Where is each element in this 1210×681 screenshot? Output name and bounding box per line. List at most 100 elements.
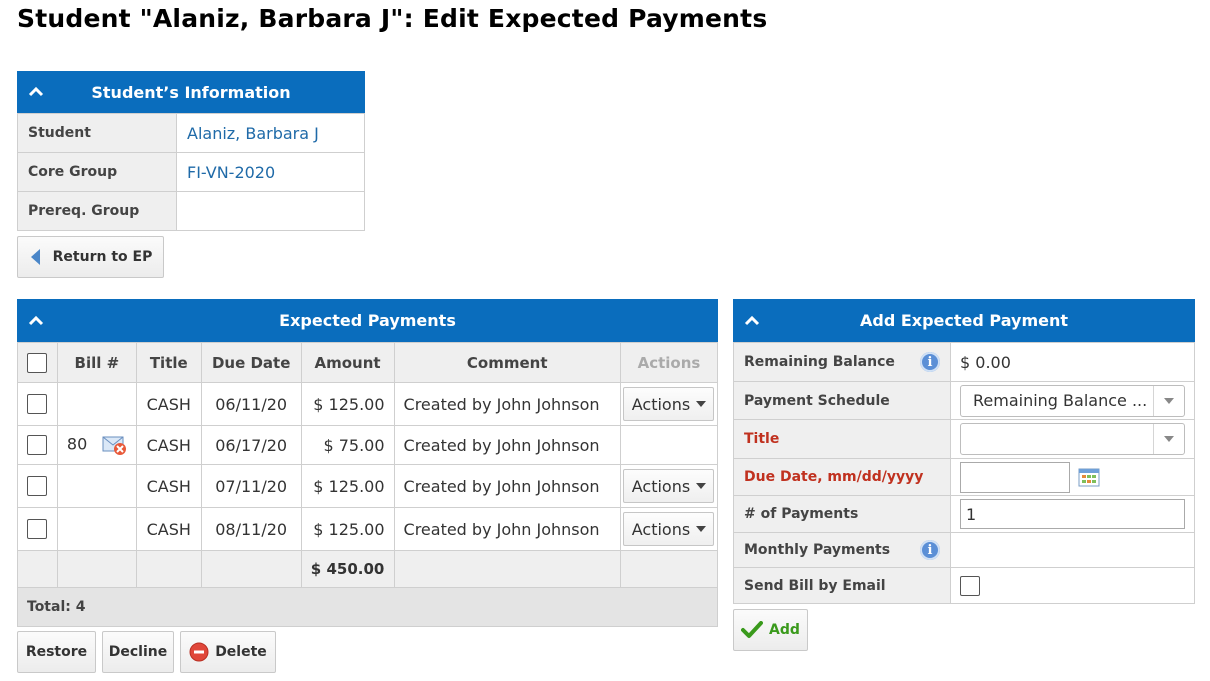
add-payment-form: Remaining Balance i $ 0.00 Payment Sched… <box>733 342 1195 604</box>
table-row: 80 CASH 06/17/20 $ 75.00 Created by John… <box>17 425 719 465</box>
comment-cell: Created by John Johnson <box>393 507 621 551</box>
payment-schedule-select[interactable]: Remaining Balance ... <box>960 384 1185 417</box>
core-group-link[interactable]: FI-VN-2020 <box>187 163 275 182</box>
email-cancel-icon[interactable] <box>102 434 128 456</box>
actions-label: Actions <box>631 394 691 414</box>
title-cell: CASH <box>135 382 202 426</box>
student-info-header[interactable]: Student’s Information <box>17 71 365 113</box>
expected-payments-header[interactable]: Expected Payments <box>17 299 718 342</box>
total-count-row: Total: 4 <box>17 587 718 627</box>
actions-cell <box>619 425 719 465</box>
chevron-down-icon <box>1164 397 1174 404</box>
student-link[interactable]: Alaniz, Barbara J <box>187 124 319 143</box>
remaining-balance-label: Remaining Balance <box>744 354 895 370</box>
table-row: CASH 06/11/20 $ 125.00 Created by John J… <box>17 382 719 426</box>
row-checkbox[interactable] <box>27 476 48 497</box>
title-cell: CASH <box>135 464 202 508</box>
table-row: CASH 08/11/20 $ 125.00 Created by John J… <box>17 507 719 551</box>
due-date-cell: 06/17/20 <box>200 425 302 465</box>
send-bill-label: Send Bill by Email <box>733 567 951 604</box>
return-to-ep-button[interactable]: Return to EP <box>17 236 164 278</box>
actions-column-header: Actions <box>619 342 719 383</box>
amount-cell: $ 125.00 <box>300 382 395 426</box>
select-all-checkbox[interactable] <box>27 352 48 373</box>
student-label: Student <box>17 113 177 153</box>
table-header-row: Bill # Title Due Date Amount Comment Act… <box>17 342 719 383</box>
page-title: Student "Alaniz, Barbara J": Edit Expect… <box>17 4 768 33</box>
due-date-cell: 08/11/20 <box>200 507 302 551</box>
row-actions-button[interactable]: Actions <box>623 512 715 546</box>
student-info-title: Student’s Information <box>91 82 291 102</box>
bill-cell <box>56 382 137 426</box>
row-checkbox[interactable] <box>27 435 48 456</box>
total-count: Total: 4 <box>17 587 718 627</box>
checkmark-icon <box>741 621 764 638</box>
expected-payments-table: Bill # Title Due Date Amount Comment Act… <box>17 342 719 627</box>
comment-column-header[interactable]: Comment <box>393 342 621 383</box>
core-group-label: Core Group <box>17 152 177 192</box>
bill-cell <box>56 464 137 508</box>
monthly-payments-label: Monthly Payments <box>744 542 891 558</box>
amount-cell: $ 125.00 <box>300 507 395 551</box>
student-info-table: Student Alaniz, Barbara J Core Group FI-… <box>17 113 365 231</box>
amount-cell: $ 125.00 <box>300 464 395 508</box>
info-icon[interactable]: i <box>920 540 940 560</box>
due-date-cell: 06/11/20 <box>200 382 302 426</box>
num-payments-label: # of Payments <box>733 495 951 533</box>
row-checkbox[interactable] <box>27 394 48 415</box>
calendar-icon[interactable] <box>1078 467 1100 487</box>
back-arrow-icon <box>30 249 40 265</box>
title-select[interactable] <box>960 423 1185 455</box>
actions-label: Actions <box>631 476 691 496</box>
total-amount: $ 450.00 <box>300 550 395 588</box>
totals-row: $ 450.00 <box>17 550 719 588</box>
prereq-group-value <box>176 191 365 231</box>
monthly-payments-value <box>950 532 1195 568</box>
info-icon[interactable]: i <box>920 352 940 372</box>
title-cell: CASH <box>135 507 202 551</box>
add-button[interactable]: Add <box>733 609 808 651</box>
num-payments-input[interactable]: 1 <box>960 499 1185 529</box>
chevron-down-icon <box>696 526 707 532</box>
comment-cell: Created by John Johnson <box>393 425 621 465</box>
title-column-header[interactable]: Title <box>135 342 202 383</box>
row-checkbox[interactable] <box>27 519 48 540</box>
chevron-down-icon <box>696 483 707 489</box>
restore-button[interactable]: Restore <box>17 631 96 673</box>
return-to-ep-label: Return to EP <box>52 249 153 265</box>
delete-icon <box>189 642 209 662</box>
collapse-chevron-icon[interactable] <box>743 314 761 328</box>
due-date-column-header[interactable]: Due Date <box>200 342 302 383</box>
expected-payments-title: Expected Payments <box>279 311 456 330</box>
collapse-chevron-icon[interactable] <box>27 85 45 99</box>
decline-label: Decline <box>108 644 168 660</box>
collapse-chevron-icon[interactable] <box>27 314 45 328</box>
payment-schedule-value: Remaining Balance ... <box>973 391 1148 410</box>
due-date-input[interactable] <box>960 461 1070 493</box>
comment-cell: Created by John Johnson <box>393 464 621 508</box>
chevron-down-icon <box>696 401 707 407</box>
delete-button[interactable]: Delete <box>180 631 276 673</box>
comment-cell: Created by John Johnson <box>393 382 621 426</box>
title-cell: CASH <box>135 425 202 465</box>
due-date-cell: 07/11/20 <box>200 464 302 508</box>
add-payment-header[interactable]: Add Expected Payment <box>733 299 1195 342</box>
table-row: CASH 07/11/20 $ 125.00 Created by John J… <box>17 464 719 508</box>
decline-button[interactable]: Decline <box>102 631 174 673</box>
due-date-label: Due Date, mm/dd/yyyy <box>733 458 951 496</box>
row-actions-button[interactable]: Actions <box>623 469 715 503</box>
payment-schedule-label: Payment Schedule <box>733 381 951 420</box>
bill-cell[interactable]: 80 <box>67 435 87 454</box>
amount-cell: $ 75.00 <box>300 425 395 465</box>
send-bill-checkbox[interactable] <box>960 575 980 596</box>
delete-label: Delete <box>215 644 267 660</box>
bill-cell <box>56 507 137 551</box>
amount-column-header[interactable]: Amount <box>300 342 395 383</box>
actions-label: Actions <box>631 519 691 539</box>
bill-column-header[interactable]: Bill # <box>56 342 137 383</box>
title-label: Title <box>733 419 951 459</box>
prereq-group-label: Prereq. Group <box>17 191 177 231</box>
row-actions-button[interactable]: Actions <box>623 387 715 421</box>
add-payment-title: Add Expected Payment <box>859 311 1068 330</box>
add-label: Add <box>769 622 800 638</box>
